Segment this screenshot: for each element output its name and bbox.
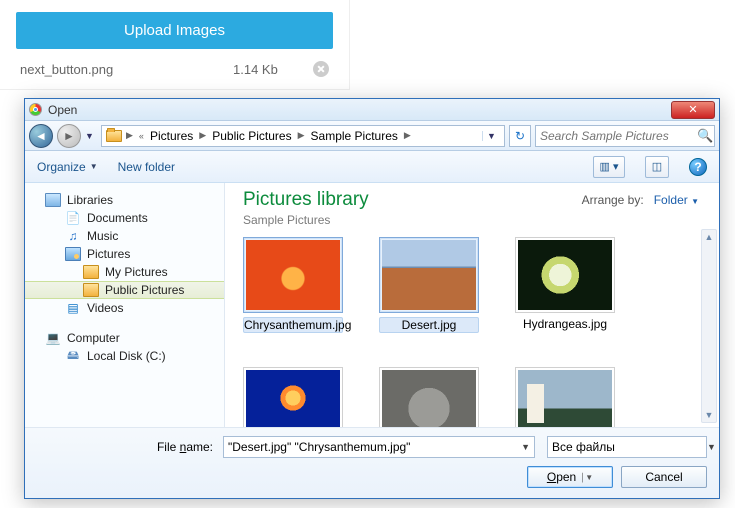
filetype-dropdown-icon[interactable]: ▼: [707, 442, 716, 452]
arrange-by-link[interactable]: Folder ▼: [654, 193, 699, 207]
arrange-by: Arrange by: Folder ▼: [582, 193, 699, 207]
cancel-button[interactable]: Cancel: [621, 466, 707, 488]
document-icon: 📄: [65, 211, 81, 225]
chevron-right-icon: ▶: [296, 130, 307, 141]
thumb-caption: Hydrangeas.jpg: [515, 317, 615, 331]
content-pane: Pictures library Sample Pictures Arrange…: [225, 183, 719, 427]
folder-icon: [83, 283, 99, 297]
tree-computer[interactable]: 💻Computer: [25, 329, 224, 347]
chevron-right-icon: ▶: [402, 130, 413, 141]
thumbnail-item[interactable]: Hydrangeas.jpg: [515, 237, 615, 333]
nav-back-button[interactable]: ◄: [29, 124, 53, 148]
filetype-value[interactable]: [552, 440, 707, 454]
breadcrumb-sample-pictures[interactable]: Sample Pictures: [309, 129, 400, 143]
thumb-frame: [515, 237, 615, 313]
search-icon[interactable]: 🔍: [697, 128, 713, 144]
thumb-frame: [379, 237, 479, 313]
thumb-image: [246, 370, 340, 427]
preview-pane-button[interactable]: ◫: [645, 156, 669, 178]
music-icon: ♫: [65, 229, 81, 243]
libraries-icon: [45, 193, 61, 207]
search-input[interactable]: [540, 129, 697, 143]
filename-input[interactable]: [228, 440, 521, 454]
filename-dropdown-icon[interactable]: ▼: [521, 442, 530, 452]
upload-widget: Upload Images next_button.png 1.14 Kb: [0, 0, 350, 90]
tree-local-disk[interactable]: 🖴Local Disk (C:): [25, 347, 224, 365]
thumb-caption: Desert.jpg: [379, 317, 479, 333]
open-split-icon[interactable]: │▼: [580, 473, 593, 482]
nav-forward-button[interactable]: ►: [57, 124, 81, 148]
scroll-down-icon[interactable]: ▼: [705, 410, 714, 420]
help-button[interactable]: ?: [689, 158, 707, 176]
disk-icon: 🖴: [65, 349, 81, 363]
refresh-button[interactable]: ↻: [509, 125, 531, 147]
address-bar[interactable]: ▶ « Pictures ▶ Public Pictures ▶ Sample …: [101, 125, 505, 147]
scrollbar[interactable]: ▲ ▼: [701, 229, 717, 423]
tree-pictures[interactable]: Pictures: [25, 245, 224, 263]
thumb-image: [382, 240, 476, 310]
remove-file-icon[interactable]: [313, 61, 329, 77]
thumb-image: [246, 240, 340, 310]
tree-libraries[interactable]: Libraries: [25, 191, 224, 209]
library-subtitle: Sample Pictures: [243, 213, 369, 227]
uploaded-file-size: 1.14 Kb: [233, 62, 313, 77]
thumbnail-item[interactable]: Chrysanthemum.jpg: [243, 237, 343, 333]
thumb-image: [518, 370, 612, 427]
organize-menu[interactable]: Organize▼: [37, 160, 98, 174]
chevron-right-icon: ▶: [197, 130, 208, 141]
thumbnail-grid: Chrysanthemum.jpg Desert.jpg Hydrangeas.jp…: [243, 237, 719, 427]
upload-images-button[interactable]: Upload Images: [16, 12, 333, 49]
computer-icon: 💻: [45, 331, 61, 345]
chevron-right-icon[interactable]: ▶: [124, 130, 135, 141]
tree-documents[interactable]: 📄Documents: [25, 209, 224, 227]
thumbnail-item[interactable]: [515, 367, 615, 427]
thumb-frame: [379, 367, 479, 427]
dialog-body: Libraries 📄Documents ♫Music Pictures My …: [25, 183, 719, 427]
chrome-icon: [29, 103, 42, 116]
uploaded-file-name: next_button.png: [20, 62, 233, 77]
thumb-caption: Chrysanthemum.jpg: [243, 317, 343, 333]
filetype-combo[interactable]: ▼: [547, 436, 707, 458]
dialog-title: Open: [48, 103, 671, 117]
library-header: Pictures library Sample Pictures Arrange…: [243, 189, 719, 227]
address-dropdown[interactable]: ▼: [482, 131, 500, 141]
nav-tree: Libraries 📄Documents ♫Music Pictures My …: [25, 183, 225, 427]
thumb-frame: [243, 367, 343, 427]
titlebar: Open ✕: [25, 99, 719, 121]
scroll-up-icon[interactable]: ▲: [705, 232, 714, 242]
filename-combo[interactable]: ▼: [223, 436, 535, 458]
folder-icon: [83, 265, 99, 279]
search-box[interactable]: 🔍: [535, 125, 715, 147]
tree-music[interactable]: ♫Music: [25, 227, 224, 245]
breadcrumb-pictures[interactable]: Pictures: [148, 129, 195, 143]
videos-icon: ▤: [65, 301, 81, 315]
toolbar: Organize▼ New folder ▥ ▾ ◫ ?: [25, 151, 719, 183]
thumbnail-item[interactable]: Desert.jpg: [379, 237, 479, 333]
tree-my-pictures[interactable]: My Pictures: [25, 263, 224, 281]
breadcrumb-sep: «: [137, 131, 146, 141]
thumb-frame: [515, 367, 615, 427]
breadcrumb-public-pictures[interactable]: Public Pictures: [210, 129, 293, 143]
tree-videos[interactable]: ▤Videos: [25, 299, 224, 317]
uploaded-file-row: next_button.png 1.14 Kb: [16, 49, 333, 89]
new-folder-button[interactable]: New folder: [118, 160, 175, 174]
thumbnail-item[interactable]: [379, 367, 479, 427]
tree-public-pictures[interactable]: Public Pictures: [25, 281, 224, 299]
library-title: Pictures library: [243, 189, 369, 211]
thumb-frame: [243, 237, 343, 313]
folder-icon: [106, 130, 122, 142]
pictures-icon: [65, 247, 81, 261]
open-button[interactable]: Open│▼: [527, 466, 613, 488]
thumbnail-item[interactable]: [243, 367, 343, 427]
thumb-image: [382, 370, 476, 427]
nav-bar: ◄ ► ▼ ▶ « Pictures ▶ Public Pictures ▶ S…: [25, 121, 719, 151]
view-mode-button[interactable]: ▥ ▾: [593, 156, 625, 178]
thumb-image: [518, 240, 612, 310]
dialog-footer: File name: ▼ ▼ Open│▼ Cancel: [25, 427, 719, 498]
open-dialog: Open ✕ ◄ ► ▼ ▶ « Pictures ▶ Public Pictu…: [24, 98, 720, 499]
nav-history-dropdown[interactable]: ▼: [85, 131, 97, 141]
filename-label: File name:: [37, 440, 217, 454]
window-close-button[interactable]: ✕: [671, 101, 715, 119]
